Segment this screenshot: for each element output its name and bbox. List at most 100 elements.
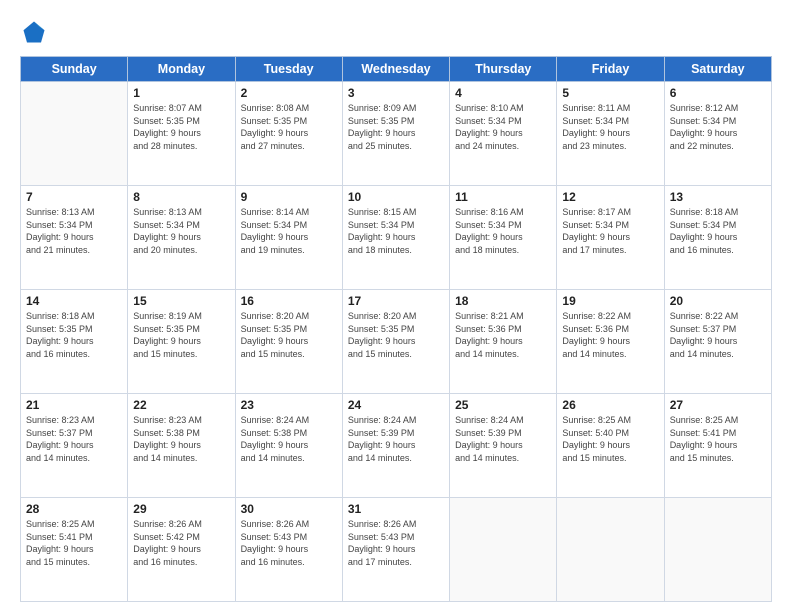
day-number: 8 <box>133 190 229 204</box>
calendar-cell: 5 Sunrise: 8:11 AM Sunset: 5:34 PM Daylig… <box>557 82 664 186</box>
calendar-cell <box>664 498 771 602</box>
calendar: SundayMondayTuesdayWednesdayThursdayFrid… <box>20 56 772 602</box>
day-info: Sunrise: 8:26 AM Sunset: 5:43 PM Dayligh… <box>348 518 444 568</box>
day-info: Sunrise: 8:26 AM Sunset: 5:42 PM Dayligh… <box>133 518 229 568</box>
day-info: Sunrise: 8:22 AM Sunset: 5:37 PM Dayligh… <box>670 310 766 360</box>
day-number: 5 <box>562 86 658 100</box>
day-number: 15 <box>133 294 229 308</box>
weekday-header-row: SundayMondayTuesdayWednesdayThursdayFrid… <box>21 57 772 82</box>
calendar-table: SundayMondayTuesdayWednesdayThursdayFrid… <box>20 56 772 602</box>
calendar-cell: 18 Sunrise: 8:21 AM Sunset: 5:36 PM Dayli… <box>450 290 557 394</box>
calendar-cell: 16 Sunrise: 8:20 AM Sunset: 5:35 PM Dayli… <box>235 290 342 394</box>
day-number: 11 <box>455 190 551 204</box>
calendar-cell: 19 Sunrise: 8:22 AM Sunset: 5:36 PM Dayli… <box>557 290 664 394</box>
calendar-cell: 4 Sunrise: 8:10 AM Sunset: 5:34 PM Daylig… <box>450 82 557 186</box>
calendar-cell: 29 Sunrise: 8:26 AM Sunset: 5:42 PM Dayli… <box>128 498 235 602</box>
day-number: 10 <box>348 190 444 204</box>
day-info: Sunrise: 8:14 AM Sunset: 5:34 PM Dayligh… <box>241 206 337 256</box>
calendar-cell: 26 Sunrise: 8:25 AM Sunset: 5:40 PM Dayli… <box>557 394 664 498</box>
day-info: Sunrise: 8:16 AM Sunset: 5:34 PM Dayligh… <box>455 206 551 256</box>
calendar-week-0: 1Sunrise: 8:07 AM Sunset: 5:35 PM Daylig… <box>21 82 772 186</box>
weekday-header-saturday: Saturday <box>664 57 771 82</box>
calendar-cell: 23 Sunrise: 8:24 AM Sunset: 5:38 PM Dayli… <box>235 394 342 498</box>
day-number: 28 <box>26 502 122 516</box>
day-number: 13 <box>670 190 766 204</box>
page: SundayMondayTuesdayWednesdayThursdayFrid… <box>0 0 792 612</box>
calendar-week-1: 7 Sunrise: 8:13 AM Sunset: 5:34 PM Daylig… <box>21 186 772 290</box>
day-info: Sunrise: 8:19 AM Sunset: 5:35 PM Dayligh… <box>133 310 229 360</box>
calendar-cell: 25 Sunrise: 8:24 AM Sunset: 5:39 PM Dayli… <box>450 394 557 498</box>
day-info: Sunrise: 8:22 AM Sunset: 5:36 PM Dayligh… <box>562 310 658 360</box>
calendar-cell: 27Sunrise: 8:25 AM Sunset: 5:41 PM Dayli… <box>664 394 771 498</box>
calendar-cell: 2 Sunrise: 8:08 AM Sunset: 5:35 PM Daylig… <box>235 82 342 186</box>
day-number: 29 <box>133 502 229 516</box>
day-info: Sunrise: 8:10 AM Sunset: 5:34 PM Dayligh… <box>455 102 551 152</box>
day-number: 4 <box>455 86 551 100</box>
calendar-cell: 9 Sunrise: 8:14 AM Sunset: 5:34 PM Daylig… <box>235 186 342 290</box>
calendar-cell: 11 Sunrise: 8:16 AM Sunset: 5:34 PM Dayli… <box>450 186 557 290</box>
day-number: 2 <box>241 86 337 100</box>
day-info: Sunrise: 8:24 AM Sunset: 5:38 PM Dayligh… <box>241 414 337 464</box>
day-number: 20 <box>670 294 766 308</box>
calendar-cell: 24 Sunrise: 8:24 AM Sunset: 5:39 PM Dayli… <box>342 394 449 498</box>
day-info: Sunrise: 8:24 AM Sunset: 5:39 PM Dayligh… <box>455 414 551 464</box>
calendar-cell: 21 Sunrise: 8:23 AM Sunset: 5:37 PM Dayli… <box>21 394 128 498</box>
day-info: Sunrise: 8:07 AM Sunset: 5:35 PM Dayligh… <box>133 102 229 152</box>
day-info: Sunrise: 8:23 AM Sunset: 5:37 PM Dayligh… <box>26 414 122 464</box>
day-info: Sunrise: 8:09 AM Sunset: 5:35 PM Dayligh… <box>348 102 444 152</box>
day-number: 6 <box>670 86 766 100</box>
calendar-week-4: 28 Sunrise: 8:25 AM Sunset: 5:41 PM Dayli… <box>21 498 772 602</box>
day-number: 22 <box>133 398 229 412</box>
day-info: Sunrise: 8:26 AM Sunset: 5:43 PM Dayligh… <box>241 518 337 568</box>
day-info: Sunrise: 8:23 AM Sunset: 5:38 PM Dayligh… <box>133 414 229 464</box>
calendar-week-3: 21 Sunrise: 8:23 AM Sunset: 5:37 PM Dayli… <box>21 394 772 498</box>
day-number: 30 <box>241 502 337 516</box>
day-info: Sunrise: 8:11 AM Sunset: 5:34 PM Dayligh… <box>562 102 658 152</box>
day-info: Sunrise: 8:24 AM Sunset: 5:39 PM Dayligh… <box>348 414 444 464</box>
calendar-cell: 22 Sunrise: 8:23 AM Sunset: 5:38 PM Dayli… <box>128 394 235 498</box>
day-info: Sunrise: 8:12 AM Sunset: 5:34 PM Dayligh… <box>670 102 766 152</box>
calendar-week-2: 14Sunrise: 8:18 AM Sunset: 5:35 PM Dayli… <box>21 290 772 394</box>
day-number: 21 <box>26 398 122 412</box>
day-number: 19 <box>562 294 658 308</box>
day-number: 16 <box>241 294 337 308</box>
weekday-header-tuesday: Tuesday <box>235 57 342 82</box>
day-number: 14 <box>26 294 122 308</box>
calendar-cell: 15 Sunrise: 8:19 AM Sunset: 5:35 PM Dayli… <box>128 290 235 394</box>
weekday-header-thursday: Thursday <box>450 57 557 82</box>
weekday-header-wednesday: Wednesday <box>342 57 449 82</box>
day-info: Sunrise: 8:15 AM Sunset: 5:34 PM Dayligh… <box>348 206 444 256</box>
logo-icon <box>20 18 48 46</box>
day-info: Sunrise: 8:25 AM Sunset: 5:40 PM Dayligh… <box>562 414 658 464</box>
day-number: 7 <box>26 190 122 204</box>
calendar-cell: 6 Sunrise: 8:12 AM Sunset: 5:34 PM Daylig… <box>664 82 771 186</box>
logo <box>20 18 52 46</box>
day-number: 3 <box>348 86 444 100</box>
day-info: Sunrise: 8:18 AM Sunset: 5:34 PM Dayligh… <box>670 206 766 256</box>
day-info: Sunrise: 8:25 AM Sunset: 5:41 PM Dayligh… <box>26 518 122 568</box>
day-number: 12 <box>562 190 658 204</box>
calendar-cell: 13 Sunrise: 8:18 AM Sunset: 5:34 PM Dayli… <box>664 186 771 290</box>
day-info: Sunrise: 8:20 AM Sunset: 5:35 PM Dayligh… <box>241 310 337 360</box>
day-number: 18 <box>455 294 551 308</box>
day-info: Sunrise: 8:21 AM Sunset: 5:36 PM Dayligh… <box>455 310 551 360</box>
day-number: 25 <box>455 398 551 412</box>
day-info: Sunrise: 8:08 AM Sunset: 5:35 PM Dayligh… <box>241 102 337 152</box>
day-number: 9 <box>241 190 337 204</box>
day-number: 23 <box>241 398 337 412</box>
day-info: Sunrise: 8:20 AM Sunset: 5:35 PM Dayligh… <box>348 310 444 360</box>
calendar-cell: 28 Sunrise: 8:25 AM Sunset: 5:41 PM Dayli… <box>21 498 128 602</box>
header <box>20 18 772 46</box>
weekday-header-friday: Friday <box>557 57 664 82</box>
day-number: 24 <box>348 398 444 412</box>
calendar-cell: 31Sunrise: 8:26 AM Sunset: 5:43 PM Dayli… <box>342 498 449 602</box>
weekday-header-sunday: Sunday <box>21 57 128 82</box>
calendar-cell: 10 Sunrise: 8:15 AM Sunset: 5:34 PM Dayli… <box>342 186 449 290</box>
calendar-cell: 12Sunrise: 8:17 AM Sunset: 5:34 PM Dayli… <box>557 186 664 290</box>
weekday-header-monday: Monday <box>128 57 235 82</box>
calendar-cell <box>21 82 128 186</box>
calendar-cell: 3 Sunrise: 8:09 AM Sunset: 5:35 PM Daylig… <box>342 82 449 186</box>
day-info: Sunrise: 8:13 AM Sunset: 5:34 PM Dayligh… <box>133 206 229 256</box>
day-number: 26 <box>562 398 658 412</box>
calendar-cell: 14Sunrise: 8:18 AM Sunset: 5:35 PM Dayli… <box>21 290 128 394</box>
